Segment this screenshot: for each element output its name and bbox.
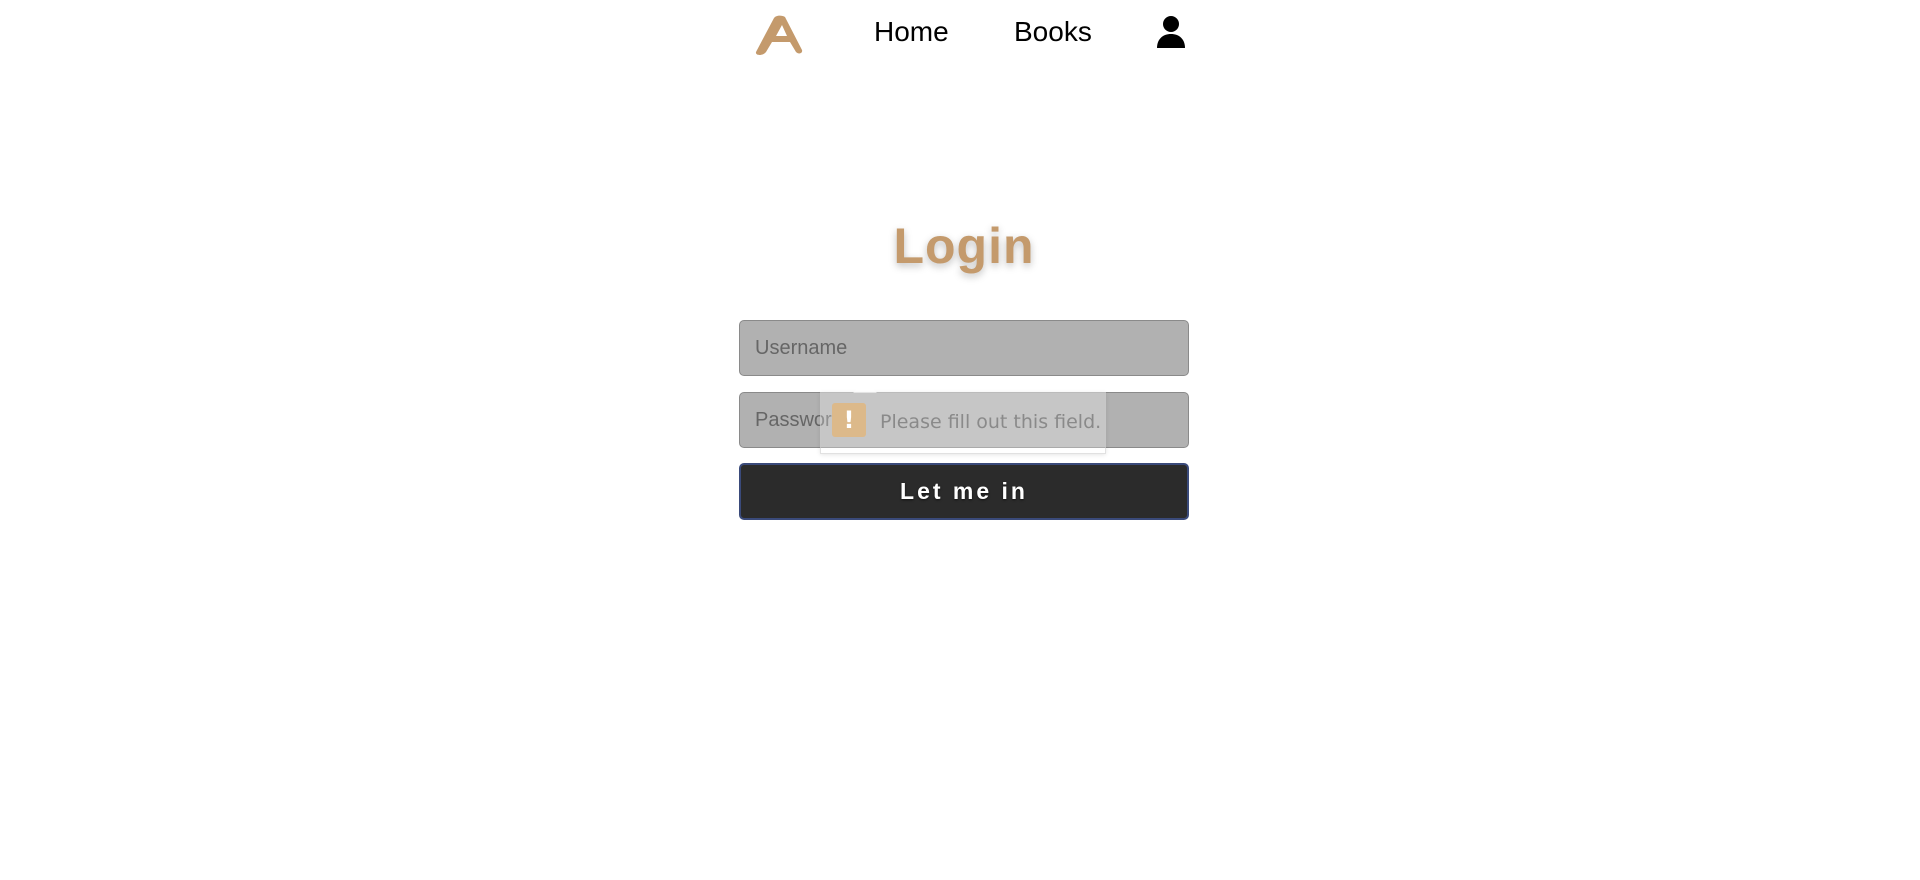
login-submit-button[interactable]: Let me in — [739, 463, 1189, 520]
warning-icon: ! — [832, 403, 866, 437]
brand-logo-icon[interactable] — [752, 12, 810, 56]
top-nav: Home Books — [744, 0, 1186, 66]
validation-tooltip: ! Please fill out this field. — [820, 381, 1106, 454]
user-icon[interactable] — [1156, 15, 1186, 49]
nav-home-link[interactable]: Home — [874, 14, 949, 50]
nav-books-link[interactable]: Books — [1014, 14, 1092, 50]
page-title: Login — [893, 218, 1035, 274]
brand-logo-a-icon — [755, 15, 803, 55]
username-input[interactable] — [739, 320, 1189, 376]
tooltip-arrow — [853, 381, 877, 393]
validation-message: Please fill out this field. — [880, 411, 1102, 433]
